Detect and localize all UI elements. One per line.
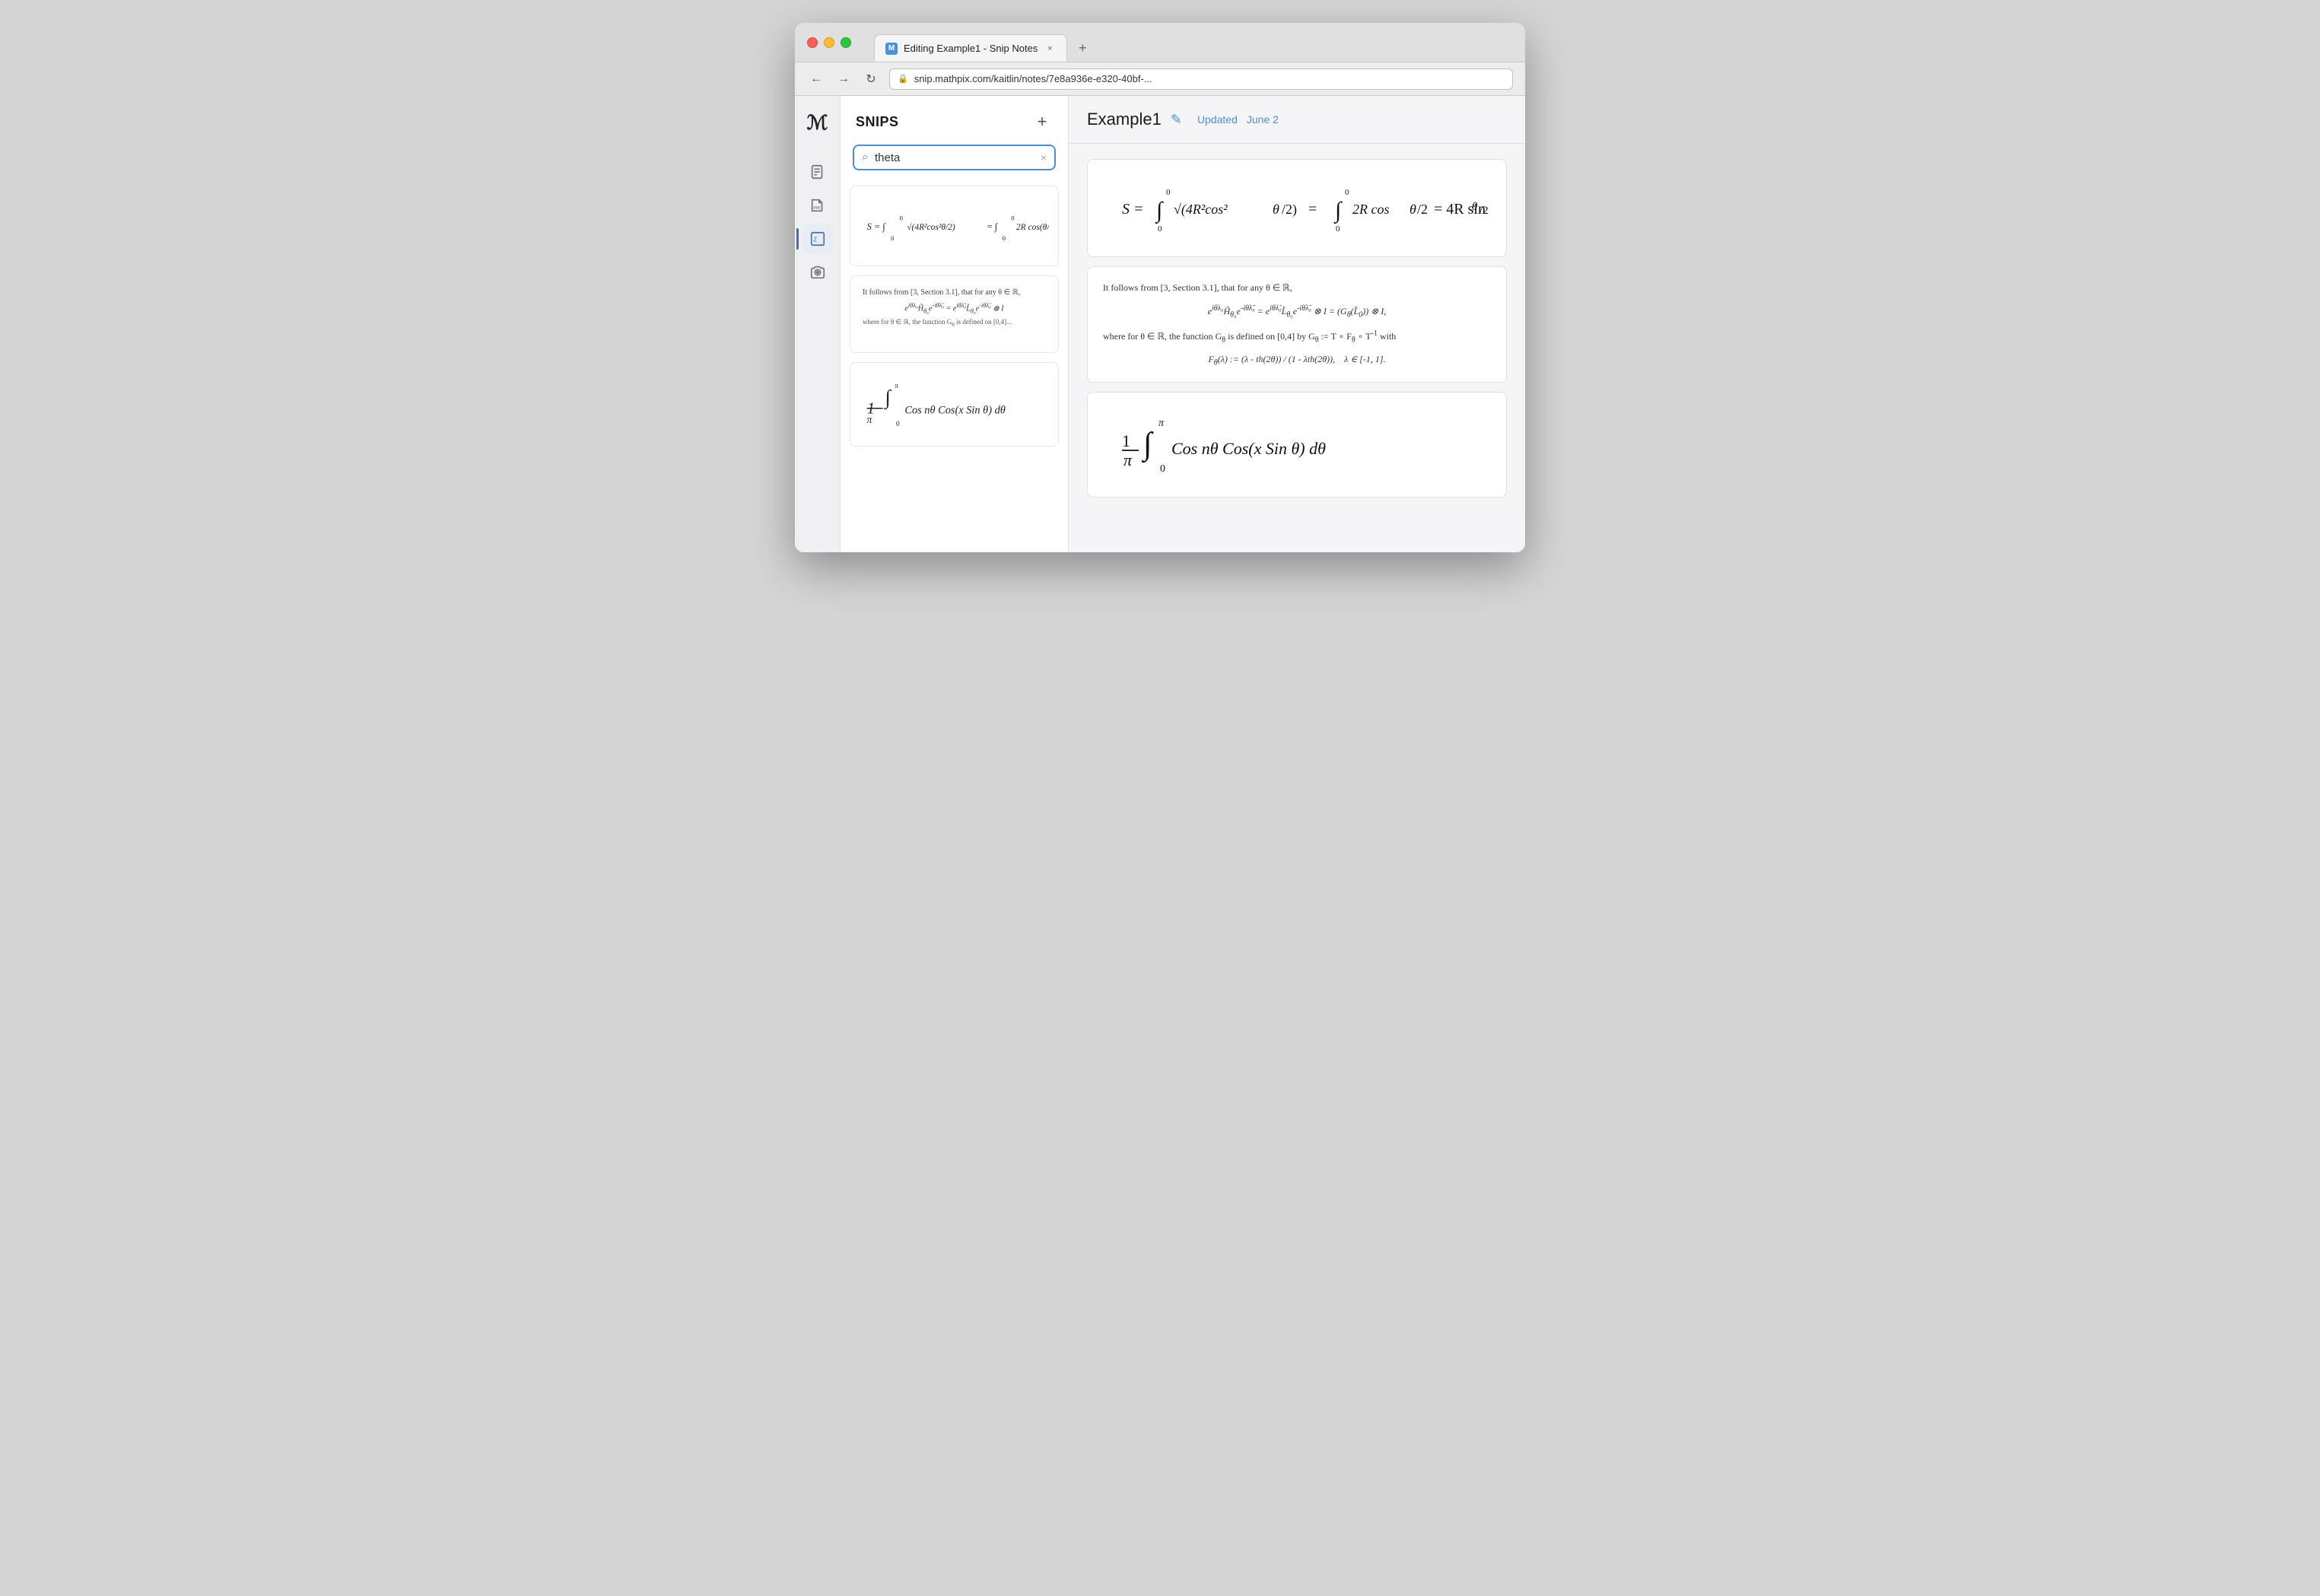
svg-text:√(4R²cos²: √(4R²cos² (1174, 202, 1228, 218)
svg-text:/2): /2) (1282, 202, 1297, 218)
close-window-button[interactable] (807, 37, 818, 48)
svg-text:= 4R sin: = 4R sin (1434, 201, 1486, 218)
math-preview-svg-3: 1 π ∫ π 0 Cos nθ Cos(x Sin θ) dθ (860, 372, 1049, 437)
svg-text:= ∫: = ∫ (987, 221, 998, 233)
snips-list: S = ∫ 0 0 √(4R²cos²θ/2) = ∫ 0 0 2R cos(θ… (841, 183, 1068, 552)
snip-card-1[interactable]: S = ∫ 0 0 √(4R²cos²θ/2) = ∫ 0 0 2R cos(θ… (850, 186, 1059, 266)
sidebar: ℳ PDF Σ (795, 96, 841, 552)
url-text: snip.mathpix.com/kaitlin/notes/7e8a936e-… (914, 73, 1152, 84)
fullscreen-window-button[interactable] (841, 37, 851, 48)
svg-text:0: 0 (1160, 463, 1165, 475)
snip-preview-3: 1 π ∫ π 0 Cos nθ Cos(x Sin θ) dθ (850, 363, 1058, 446)
forward-button[interactable]: → (834, 70, 853, 88)
tab-bar: M Editing Example1 - Snip Notes × + (874, 23, 1093, 62)
browser-titlebar: M Editing Example1 - Snip Notes × + (795, 23, 1525, 62)
svg-text:0: 0 (1166, 188, 1171, 197)
svg-text:θ: θ (1472, 201, 1478, 213)
tab-title: Editing Example1 - Snip Notes (904, 43, 1038, 54)
tab-close-button[interactable]: × (1044, 43, 1056, 55)
result-math-svg-3: 1 π ∫ π 0 Cos nθ Cos(x Sin θ) dθ (1103, 405, 1491, 481)
result-card-1: S = ∫ 0 0 √(4R²cos² θ /2) = ∫ 0 0 2R cos (1087, 159, 1507, 257)
snip-card-3[interactable]: 1 π ∫ π 0 Cos nθ Cos(x Sin θ) dθ (850, 362, 1059, 447)
sidebar-item-pdf[interactable]: PDF (802, 190, 833, 221)
svg-text:Σ: Σ (812, 237, 818, 243)
new-tab-button[interactable]: + (1072, 37, 1093, 59)
svg-text:/2: /2 (1417, 202, 1428, 217)
svg-text:0: 0 (1003, 234, 1006, 242)
math-preview-svg-1: S = ∫ 0 0 √(4R²cos²θ/2) = ∫ 0 0 2R cos(θ… (860, 196, 1049, 256)
sidebar-item-camera[interactable] (802, 257, 833, 288)
tab-favicon: M (885, 43, 898, 55)
logo-text: ℳ (807, 112, 828, 135)
url-bar[interactable]: 🔒 snip.mathpix.com/kaitlin/notes/7e8a936… (889, 68, 1513, 90)
math-icon: Σ (809, 230, 826, 247)
add-snip-button[interactable]: + (1031, 111, 1053, 132)
svg-text:S = ∫: S = ∫ (867, 221, 886, 233)
refresh-button[interactable]: ↻ (862, 70, 880, 88)
minimize-window-button[interactable] (824, 37, 834, 48)
sidebar-item-math[interactable]: Σ (802, 224, 833, 254)
svg-text:0: 0 (1345, 188, 1349, 197)
svg-text:∫: ∫ (884, 386, 892, 410)
snip-preview-1: S = ∫ 0 0 √(4R²cos²θ/2) = ∫ 0 0 2R cos(θ… (850, 186, 1058, 265)
svg-text:0: 0 (891, 234, 894, 242)
svg-text:Cos nθ Cos(x Sin θ) dθ: Cos nθ Cos(x Sin θ) dθ (904, 404, 1005, 416)
updated-label: Updated (1197, 113, 1238, 126)
snips-header: SNIPS + (841, 96, 1068, 145)
app-logo: ℳ (802, 108, 833, 138)
result-card-2-inner: It follows from [3, Section 3.1], that f… (1088, 267, 1506, 382)
result-card-3-inner: 1 π ∫ π 0 Cos nθ Cos(x Sin θ) dθ (1088, 393, 1506, 497)
browser-window: M Editing Example1 - Snip Notes × + ← → … (795, 23, 1525, 552)
svg-text:1: 1 (1122, 431, 1130, 450)
svg-text:0: 0 (1158, 224, 1162, 234)
traffic-lights (807, 37, 851, 48)
result-card-1-inner: S = ∫ 0 0 √(4R²cos² θ /2) = ∫ 0 0 2R cos (1088, 160, 1506, 256)
svg-text:∫: ∫ (1155, 198, 1164, 224)
camera-icon (809, 264, 826, 281)
snips-title: SNIPS (856, 114, 899, 130)
svg-text:π: π (1158, 418, 1165, 429)
updated-date: June 2 (1247, 113, 1279, 126)
clear-search-button[interactable]: × (1041, 151, 1047, 164)
search-box[interactable]: ⌕ × (853, 145, 1056, 170)
edit-title-icon[interactable]: ✎ (1171, 112, 1182, 128)
svg-text:∫: ∫ (1141, 427, 1154, 463)
svg-text:PDF: PDF (813, 206, 820, 210)
result-card-2: It follows from [3, Section 3.1], that f… (1087, 266, 1507, 383)
address-bar: ← → ↻ 🔒 snip.mathpix.com/kaitlin/notes/7… (795, 62, 1525, 96)
notes-icon (809, 164, 826, 180)
svg-text:2R cos(θ/2): 2R cos(θ/2) (1016, 223, 1049, 232)
svg-text:S =: S = (1122, 201, 1144, 218)
result-card-3: 1 π ∫ π 0 Cos nθ Cos(x Sin θ) dθ (1087, 392, 1507, 498)
svg-text:0: 0 (1336, 224, 1340, 234)
search-input[interactable] (875, 151, 1034, 164)
svg-text:0: 0 (900, 214, 903, 221)
search-icon: ⌕ (862, 151, 869, 164)
svg-text:/2: /2 (1479, 205, 1489, 217)
svg-text:θ: θ (1273, 202, 1279, 217)
note-title: Example1 (1087, 110, 1162, 129)
main-content: Example1 ✎ Updated June 2 S = ∫ 0 0 √(4R… (1069, 96, 1525, 552)
snips-panel: SNIPS + ⌕ × S = ∫ 0 0 √ (841, 96, 1069, 552)
svg-text:∫: ∫ (1333, 198, 1343, 224)
lock-icon: 🔒 (898, 74, 908, 84)
main-header: Example1 ✎ Updated June 2 (1069, 96, 1525, 144)
svg-text:0: 0 (896, 420, 900, 428)
back-button[interactable]: ← (807, 70, 825, 88)
svg-text:π: π (895, 382, 898, 390)
svg-text:2R cos: 2R cos (1352, 202, 1390, 217)
sidebar-item-notes[interactable] (802, 157, 833, 187)
app-container: ℳ PDF Σ (795, 96, 1525, 552)
svg-text:π: π (1123, 450, 1133, 469)
svg-text:Cos nθ Cos(x Sin θ) dθ: Cos nθ Cos(x Sin θ) dθ (1171, 439, 1326, 458)
snip-card-2[interactable]: It follows from [3, Section 3.1], that f… (850, 275, 1059, 353)
svg-text:θ: θ (1409, 202, 1416, 217)
snip-preview-2: It follows from [3, Section 3.1], that f… (850, 276, 1058, 352)
svg-text:√(4R²cos²θ/2): √(4R²cos²θ/2) (907, 222, 955, 232)
pdf-icon: PDF (809, 197, 826, 214)
active-tab[interactable]: M Editing Example1 - Snip Notes × (874, 34, 1067, 62)
result-math-svg-1: S = ∫ 0 0 √(4R²cos² θ /2) = ∫ 0 0 2R cos (1103, 172, 1491, 240)
svg-text:0: 0 (1011, 214, 1014, 221)
svg-text:=: = (1308, 201, 1317, 218)
